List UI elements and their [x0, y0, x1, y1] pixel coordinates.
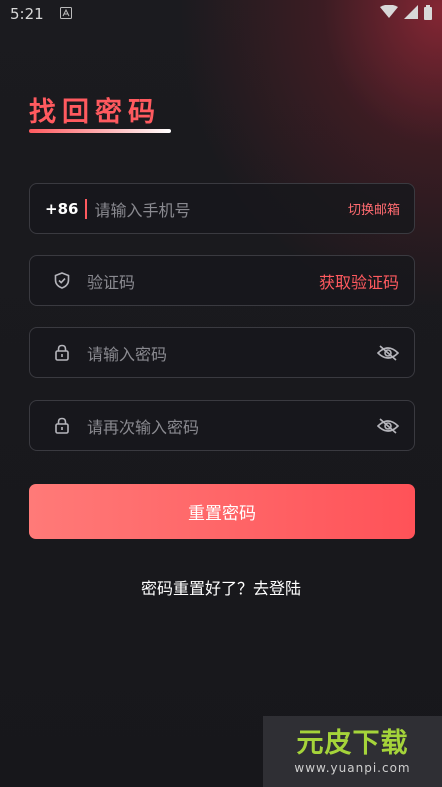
password-input[interactable]: 请输入密码 [87, 341, 377, 365]
page-title: 找回密码 [29, 97, 161, 128]
verification-code-input[interactable]: 验证码 [87, 269, 319, 293]
title-underline [29, 129, 171, 133]
go-login-link[interactable]: 密码重置好了？去登陆 [0, 575, 442, 599]
confirm-password-field[interactable]: 请再次输入密码 [29, 400, 415, 451]
country-code[interactable]: +86 [45, 200, 78, 218]
battery-icon [424, 4, 432, 24]
wifi-icon [380, 4, 398, 23]
status-bar: 5:21 [0, 0, 442, 28]
switch-email-link[interactable]: 切换邮箱 [348, 199, 400, 218]
lock-icon [53, 417, 71, 435]
shield-icon [53, 272, 71, 290]
text-cursor [85, 198, 88, 219]
eye-off-icon[interactable] [377, 344, 399, 362]
status-time: 5:21 [10, 5, 44, 23]
phone-field[interactable]: +86 请输入手机号 切换邮箱 [29, 183, 415, 234]
lock-icon [53, 344, 71, 362]
verification-code-field[interactable]: 验证码 获取验证码 [29, 255, 415, 306]
notification-icon [59, 6, 72, 22]
phone-input[interactable]: 请输入手机号 [94, 197, 348, 221]
reset-password-button[interactable]: 重置密码 [29, 484, 415, 539]
eye-off-icon[interactable] [377, 417, 399, 435]
password-field[interactable]: 请输入密码 [29, 327, 415, 378]
watermark-logo: 元皮下载 [296, 727, 409, 759]
watermark: 元皮下载 www.yuanpi.com [263, 716, 442, 787]
get-code-button[interactable]: 获取验证码 [319, 269, 399, 293]
signal-icon [404, 5, 418, 23]
watermark-url: www.yuanpi.com [294, 760, 411, 775]
confirm-password-input[interactable]: 请再次输入密码 [87, 414, 377, 438]
